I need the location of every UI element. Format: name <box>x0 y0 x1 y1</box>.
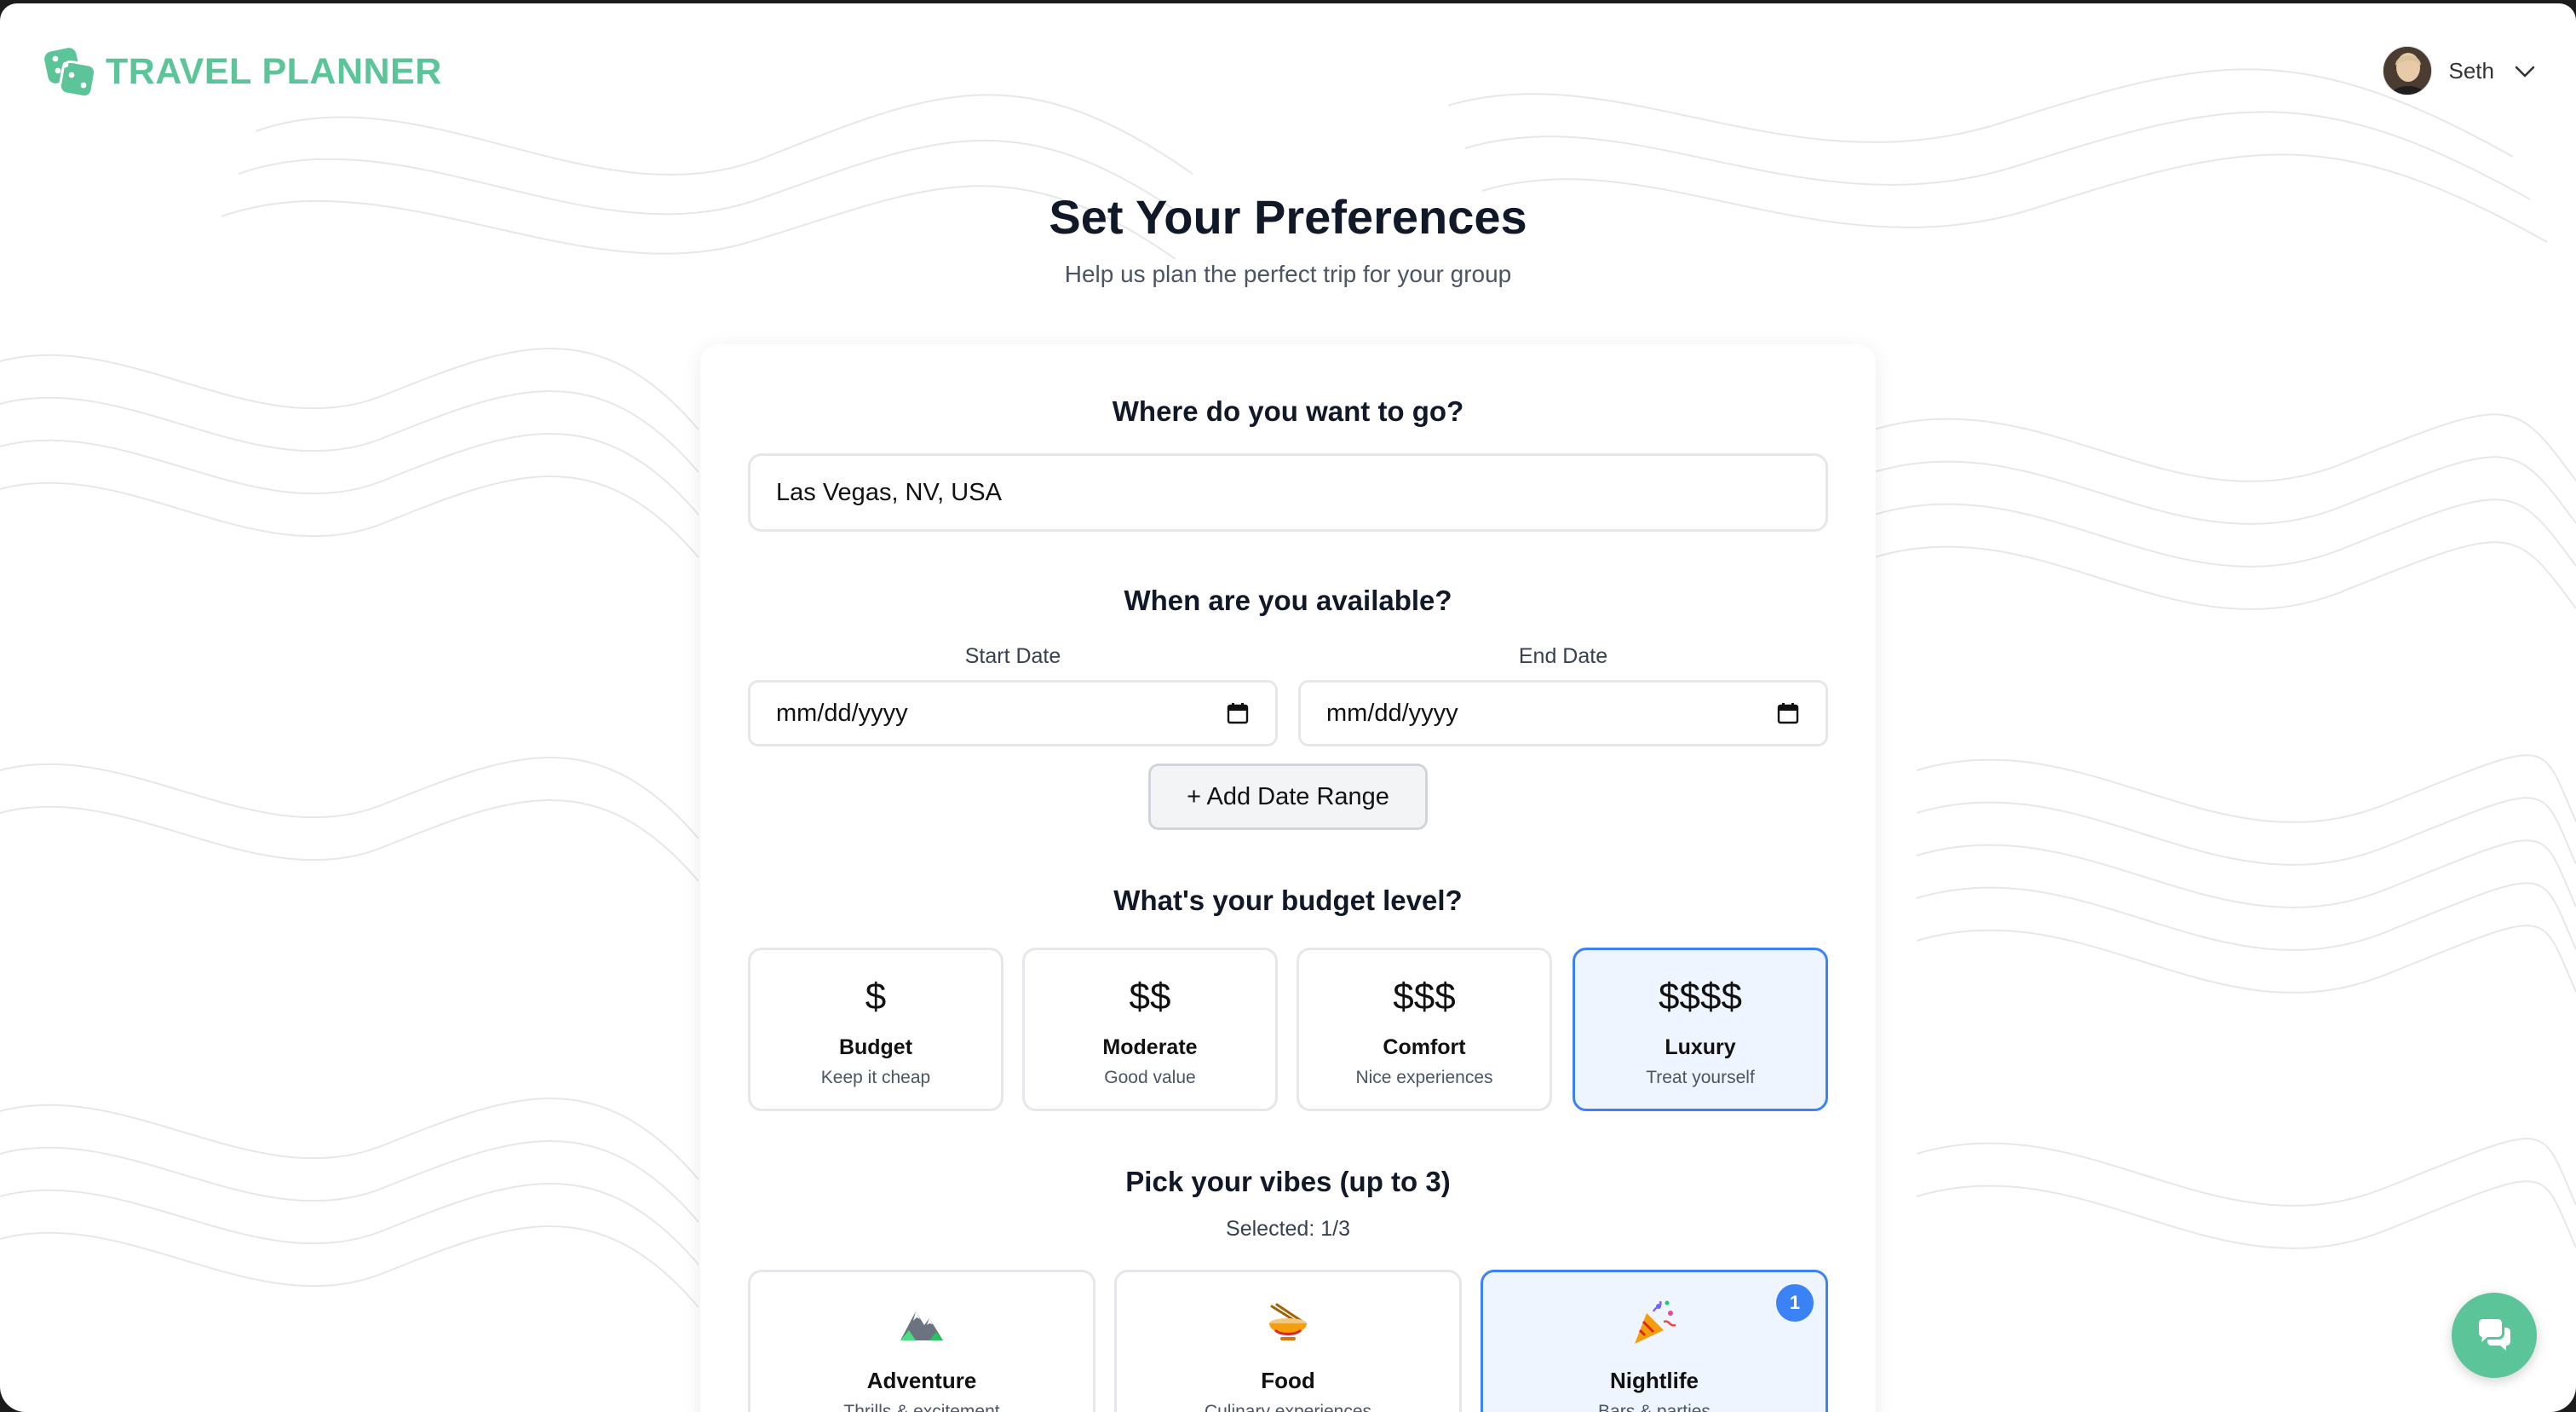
avatar <box>2382 46 2432 95</box>
budget-option-moderate[interactable]: $$ Moderate Good value <box>1022 948 1278 1111</box>
calendar-icon[interactable] <box>1776 701 1800 725</box>
budget-option-desc: Treat yourself <box>1646 1068 1755 1087</box>
budget-option-luxury[interactable]: $$$$ Luxury Treat yourself <box>1573 948 1828 1111</box>
destination-question: Where do you want to go? <box>1112 395 1464 427</box>
budget-symbol: $ <box>865 976 887 1017</box>
add-date-range-button[interactable]: + Add Date Range <box>1148 764 1428 830</box>
user-menu[interactable]: Seth <box>2382 46 2539 95</box>
vibe-option-desc: Thrills & excitement <box>843 1402 1000 1412</box>
app-logo[interactable]: TRAVEL PLANNER <box>43 44 442 99</box>
budget-symbol: $$$ <box>1393 976 1456 1017</box>
budget-question: What's your budget level? <box>1113 885 1463 916</box>
vibe-option-food[interactable]: Food Culinary experiences <box>1114 1270 1462 1412</box>
budget-option-name: Luxury <box>1665 1035 1736 1059</box>
mountain-icon <box>900 1311 943 1340</box>
party-popper-icon <box>1635 1300 1676 1344</box>
chat-button[interactable] <box>2452 1293 2537 1378</box>
budget-option-name: Budget <box>838 1035 913 1059</box>
vibes-question: Pick your vibes (up to 3) <box>1125 1166 1451 1197</box>
end-date-input[interactable]: mm/dd/yyyy <box>1298 680 1828 746</box>
page-title: Set Your Preferences <box>1049 190 1527 244</box>
vibe-option-name: Food <box>1261 1368 1315 1393</box>
budget-option-budget[interactable]: $ Budget Keep it cheap <box>748 948 1003 1111</box>
budget-option-name: Moderate <box>1102 1035 1198 1059</box>
vibe-option-desc: Bars & parties <box>1598 1402 1711 1412</box>
user-name: Seth <box>2448 57 2495 84</box>
budget-option-comfort[interactable]: $$$ Comfort Nice experiences <box>1297 948 1552 1111</box>
budget-option-desc: Nice experiences <box>1355 1068 1493 1087</box>
chevron-down-icon <box>2515 66 2535 78</box>
vibe-option-name: Nightlife <box>1610 1368 1699 1393</box>
availability-question: When are you available? <box>1124 585 1452 616</box>
end-date-label: End Date <box>1518 644 1608 668</box>
dice-icon <box>44 48 97 99</box>
chat-bubbles-icon <box>2479 1319 2510 1351</box>
budget-option-name: Comfort <box>1383 1035 1466 1059</box>
vibe-option-adventure[interactable]: Adventure Thrills & excitement <box>748 1270 1095 1412</box>
end-date-value: mm/dd/yyyy <box>1326 699 1458 727</box>
start-date-label: Start Date <box>964 644 1061 668</box>
preferences-card: Where do you want to go? When are you av… <box>700 344 1876 1412</box>
start-date-value: mm/dd/yyyy <box>776 699 908 727</box>
destination-input[interactable] <box>748 453 1828 532</box>
vibe-option-name: Adventure <box>866 1368 977 1393</box>
app-window: TRAVEL PLANNER Seth Set Your Preferences… <box>0 3 2576 1412</box>
vibes-selected-count: Selected: 1/3 <box>1226 1217 1350 1241</box>
budget-symbol: $$ <box>1129 976 1171 1017</box>
page-content: TRAVEL PLANNER Seth Set Your Preferences… <box>0 3 2576 1412</box>
budget-option-desc: Good value <box>1104 1068 1196 1087</box>
page-subtitle: Help us plan the perfect trip for your g… <box>1064 261 1512 287</box>
vibe-option-desc: Culinary experiences <box>1204 1402 1372 1412</box>
vibe-option-nightlife[interactable]: 1 Nightlife Bars & parties <box>1481 1270 1828 1412</box>
app-name: TRAVEL PLANNER <box>106 50 442 92</box>
ramen-bowl-icon <box>1269 1303 1307 1340</box>
calendar-icon[interactable] <box>1226 701 1250 725</box>
start-date-input[interactable]: mm/dd/yyyy <box>748 680 1278 746</box>
budget-symbol: $$$$ <box>1659 976 1742 1017</box>
budget-option-desc: Keep it cheap <box>820 1068 931 1087</box>
